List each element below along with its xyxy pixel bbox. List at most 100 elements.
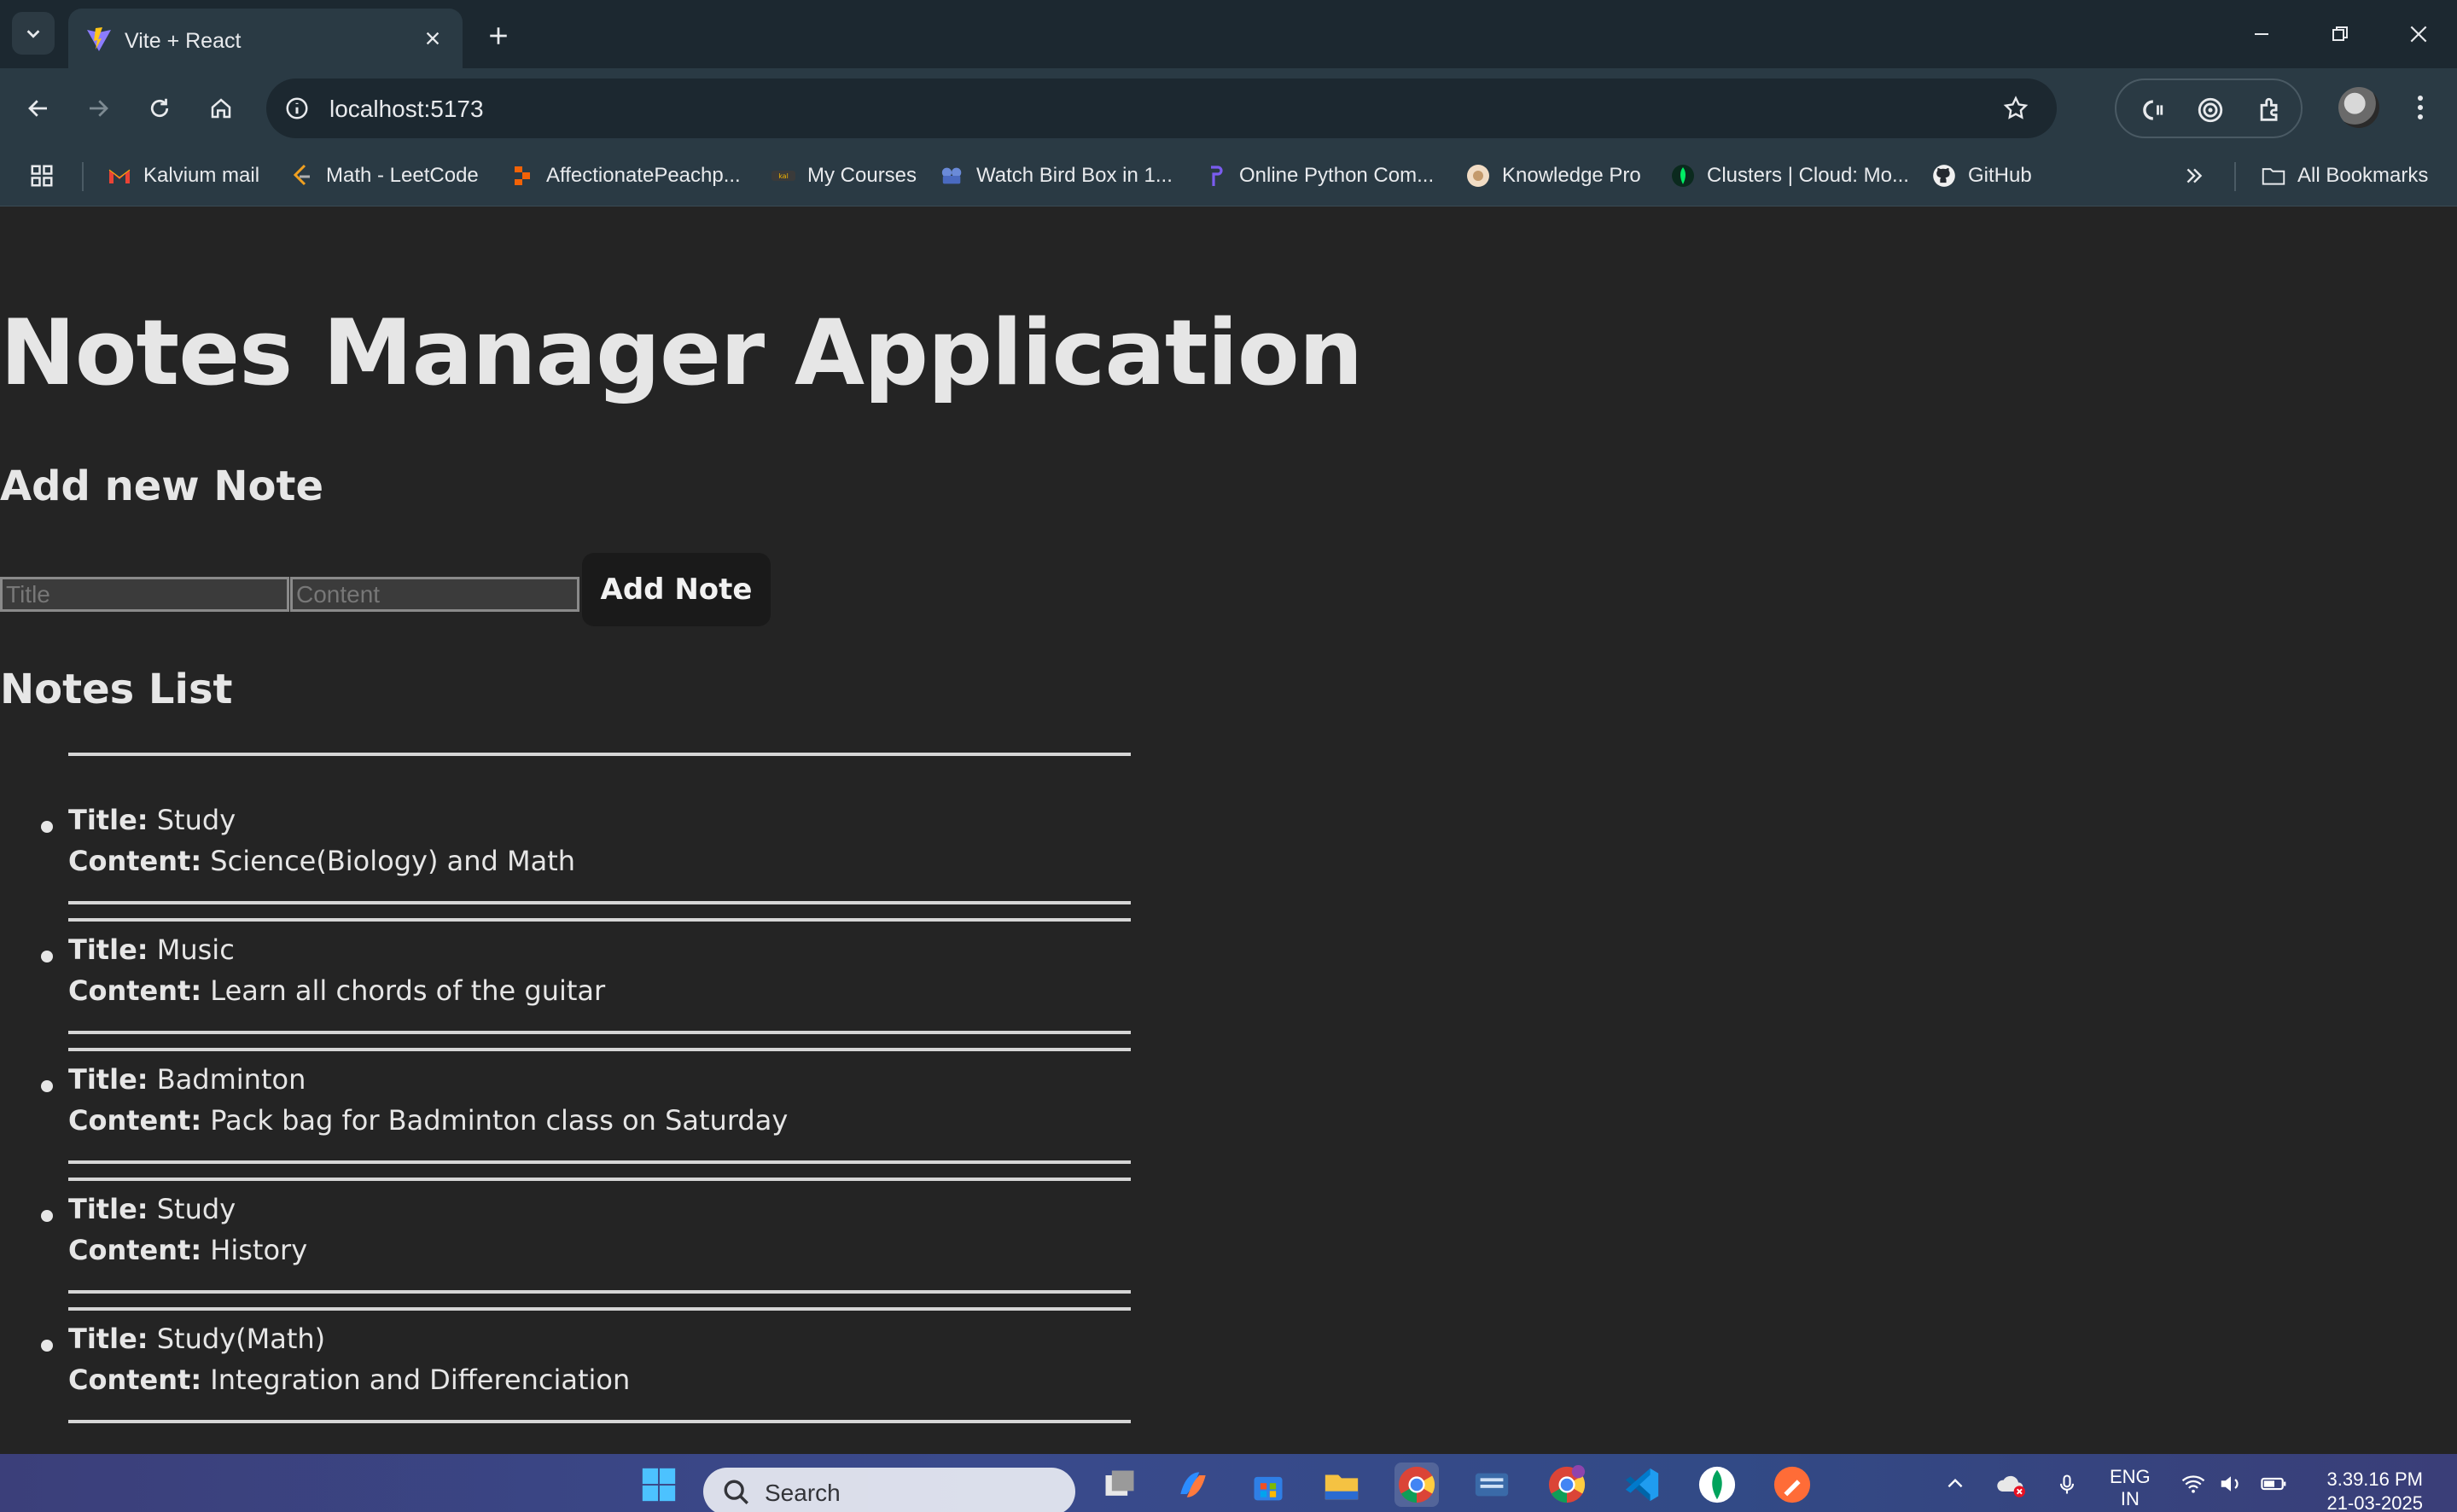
note-content-line: Content: History bbox=[68, 1234, 307, 1266]
cloud-error-icon bbox=[1997, 1475, 2025, 1497]
vscode-button[interactable] bbox=[1620, 1463, 1664, 1507]
bookmark-item[interactable]: kal My Courses bbox=[771, 159, 917, 193]
apps-button[interactable] bbox=[29, 159, 55, 193]
store-button[interactable] bbox=[1246, 1463, 1290, 1507]
note-content: Learn all chords of the guitar bbox=[210, 974, 606, 1007]
tab-search-button[interactable] bbox=[12, 12, 55, 55]
bookmark-item[interactable]: Knowledge Pro bbox=[1466, 159, 1641, 193]
task-view-button[interactable] bbox=[1097, 1463, 1142, 1507]
content-label: Content: bbox=[68, 845, 202, 877]
reload-button[interactable] bbox=[138, 87, 181, 130]
postman-button[interactable] bbox=[1770, 1463, 1814, 1507]
divider bbox=[68, 918, 1131, 922]
restore-button[interactable] bbox=[2314, 14, 2366, 55]
language-indicator[interactable]: ENG IN bbox=[2110, 1466, 2151, 1510]
divider bbox=[68, 1178, 1131, 1181]
divider bbox=[68, 1048, 1131, 1051]
forward-button[interactable] bbox=[77, 87, 119, 130]
windows-logo-icon bbox=[642, 1468, 676, 1502]
bookmark-star-icon[interactable] bbox=[1999, 91, 2033, 125]
active-tab[interactable]: Vite + React bbox=[68, 9, 463, 68]
note-content-line: Content: Science(Biology) and Math bbox=[68, 845, 575, 877]
close-window-button[interactable] bbox=[2393, 14, 2444, 55]
chrome-button-active[interactable] bbox=[1394, 1463, 1439, 1507]
extension-c-icon[interactable] bbox=[2132, 91, 2169, 129]
keyboard-app-button[interactable] bbox=[1470, 1463, 1514, 1507]
bookmark-item[interactable]: Clusters | Cloud: Mo... bbox=[1671, 159, 1909, 193]
taskbar-search[interactable]: Search bbox=[703, 1468, 1075, 1512]
bookmark-label: Clusters | Cloud: Mo... bbox=[1707, 164, 1909, 187]
url-text: localhost:5173 bbox=[329, 96, 484, 122]
battery-button[interactable] bbox=[2260, 1471, 2289, 1501]
bullet bbox=[41, 821, 53, 833]
bookmark-item[interactable]: Kalvium mail bbox=[108, 159, 259, 193]
profile-avatar[interactable] bbox=[2338, 87, 2379, 128]
bullet bbox=[41, 1340, 53, 1352]
bookmark-label: Online Python Com... bbox=[1239, 164, 1435, 187]
chevron-down-icon bbox=[26, 30, 40, 38]
minimize-button[interactable] bbox=[2236, 14, 2287, 55]
svg-text:kal: kal bbox=[778, 172, 789, 180]
region-label: IN bbox=[2120, 1488, 2140, 1509]
all-bookmarks-button[interactable]: All Bookmarks bbox=[2262, 159, 2428, 193]
home-button[interactable] bbox=[200, 87, 242, 130]
onedrive-button[interactable] bbox=[1995, 1471, 2028, 1503]
note-title-line: Title: Music bbox=[68, 933, 235, 966]
site-info-icon[interactable] bbox=[280, 91, 314, 125]
new-tab-button[interactable] bbox=[480, 17, 517, 55]
more-vertical-icon bbox=[2418, 96, 2423, 119]
title-input[interactable] bbox=[0, 577, 289, 612]
bookmark-separator bbox=[82, 162, 84, 191]
bookmark-label: Math - LeetCode bbox=[326, 164, 479, 187]
extensions-puzzle-icon[interactable] bbox=[2251, 91, 2289, 129]
mongodb-icon bbox=[1671, 164, 1695, 188]
list-item: Title: Study(Math) Content: Integration … bbox=[0, 1271, 1195, 1423]
bookmark-item[interactable]: Online Python Com... bbox=[1203, 159, 1434, 193]
reload-icon bbox=[150, 98, 169, 118]
bookmarks-bar: Kalvium mail Math - LeetCode Affectionat… bbox=[0, 147, 2457, 206]
close-tab-icon[interactable] bbox=[418, 24, 447, 53]
chrome-profile-button[interactable] bbox=[1545, 1463, 1589, 1507]
minimize-icon bbox=[2255, 33, 2268, 35]
chevron-up-icon bbox=[1948, 1478, 1963, 1488]
folder-icon bbox=[1325, 1474, 1359, 1500]
title-label: Title: bbox=[68, 1063, 148, 1096]
volume-button[interactable] bbox=[2217, 1471, 2244, 1501]
start-button[interactable] bbox=[637, 1463, 681, 1507]
video-icon bbox=[940, 164, 964, 188]
chrome-icon bbox=[1548, 1465, 1586, 1503]
file-explorer-button[interactable] bbox=[1319, 1463, 1364, 1507]
bookmark-item[interactable]: Watch Bird Box in 1... bbox=[940, 159, 1173, 193]
bookmark-label: Watch Bird Box in 1... bbox=[976, 164, 1173, 187]
title-label: Title: bbox=[68, 1323, 148, 1355]
show-hidden-icons-button[interactable] bbox=[1944, 1473, 1966, 1499]
mongodb-compass-button[interactable] bbox=[1695, 1463, 1739, 1507]
tab-title: Vite + React bbox=[125, 29, 242, 53]
bookmark-label: AffectionatePeachp... bbox=[546, 164, 741, 187]
content-label: Content: bbox=[68, 974, 202, 1007]
copilot-button[interactable] bbox=[1171, 1463, 1215, 1507]
bookmark-item[interactable]: GitHub bbox=[1932, 159, 2032, 193]
extension-target-icon[interactable] bbox=[2192, 91, 2229, 129]
bookmark-label: GitHub bbox=[1968, 164, 2032, 187]
wifi-button[interactable] bbox=[2180, 1471, 2207, 1501]
browser-menu-button[interactable] bbox=[2403, 87, 2437, 128]
knowledge-icon bbox=[1466, 164, 1490, 188]
system-clock[interactable]: 3.39.16 PM 21-03-2025 bbox=[2326, 1468, 2423, 1512]
bookmark-item[interactable]: AffectionatePeachp... bbox=[510, 159, 741, 193]
list-item: Title: Music Content: Learn all chords o… bbox=[0, 882, 1195, 1034]
replit-icon bbox=[510, 164, 534, 188]
list-item: Title: Study Content: History bbox=[0, 1142, 1195, 1294]
title-label: Title: bbox=[68, 1193, 148, 1225]
browser-toolbar: localhost:5173 bbox=[0, 68, 2457, 147]
back-button[interactable] bbox=[17, 87, 60, 130]
add-note-button[interactable]: Add Note bbox=[582, 553, 771, 626]
python-icon bbox=[1203, 164, 1227, 188]
microphone-button[interactable] bbox=[2055, 1471, 2079, 1503]
arrow-left-icon bbox=[28, 100, 47, 117]
more-bookmarks-button[interactable] bbox=[2183, 159, 2205, 193]
bookmark-item[interactable]: Math - LeetCode bbox=[290, 159, 479, 193]
content-input[interactable] bbox=[290, 577, 579, 612]
address-bar[interactable]: localhost:5173 bbox=[266, 79, 2057, 138]
store-icon bbox=[1254, 1476, 1283, 1501]
